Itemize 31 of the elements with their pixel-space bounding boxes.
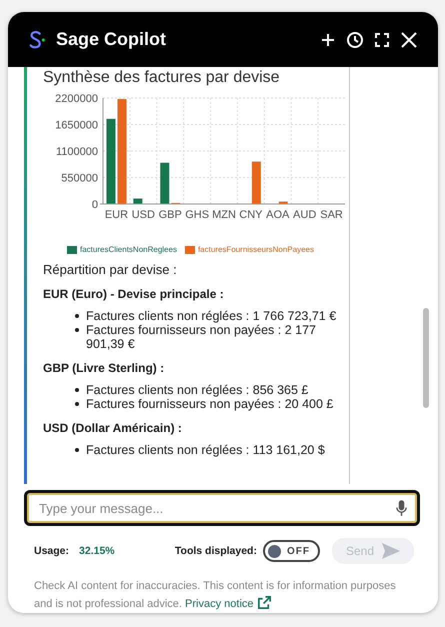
axis-tick-label: 1650000 [55,120,98,132]
axis-category-label: CNY [239,209,262,221]
axis-tick-label: 550000 [61,172,98,184]
usage-label: Usage: [34,545,70,557]
axis-category-label: GBP [158,209,182,221]
legend-label: facturesFournisseursNonPayees [198,245,314,254]
legend-label: facturesClientsNonReglees [80,245,177,254]
list-item: Factures fournisseurs non payées : 2 177 901,39 € [86,323,317,351]
axis-tick-label: 2200000 [55,93,98,105]
list-item: Factures clients non réglées : 1 766 723,71 € [86,309,336,323]
axis-category-label: MZN [212,209,236,221]
axis-tick-label: 0 [92,199,98,211]
axis-category-label: SAR [320,209,343,221]
usage-value: 32.15% [79,545,115,557]
app-title: Sage Copilot [56,29,166,50]
list-item: Factures clients non réglées : 856 365 £ [86,383,308,397]
axis-tick-label: 1100000 [56,146,98,158]
section-heading: USD (Dollar Américain) : [43,421,183,435]
disclaimer-text: Check AI content for inaccuracies. This content is for information purposes and is not professional advice. Privacy notice [34,579,397,612]
list-item: Factures fournisseurs non payées : 20 400 £ [86,397,334,411]
intro-text: Répartition par devise : [43,262,178,277]
section-heading: EUR (Euro) - Devise principale : [43,287,225,301]
axis-category-label: AUD [293,209,316,221]
axis-category-label: GHS [185,209,210,221]
tools-label: Tools displayed: [174,545,257,557]
list-item: Factures clients non réglées : 113 161,20 $ [86,443,325,457]
axis-category-label: USD [132,209,155,221]
axis-category-label: EUR [104,209,128,221]
chart-title: Synthèse des factures par devise [43,68,281,87]
axis-category-label: AOA [266,209,290,221]
section-heading: GBP (Livre Sterling) : [43,361,166,375]
